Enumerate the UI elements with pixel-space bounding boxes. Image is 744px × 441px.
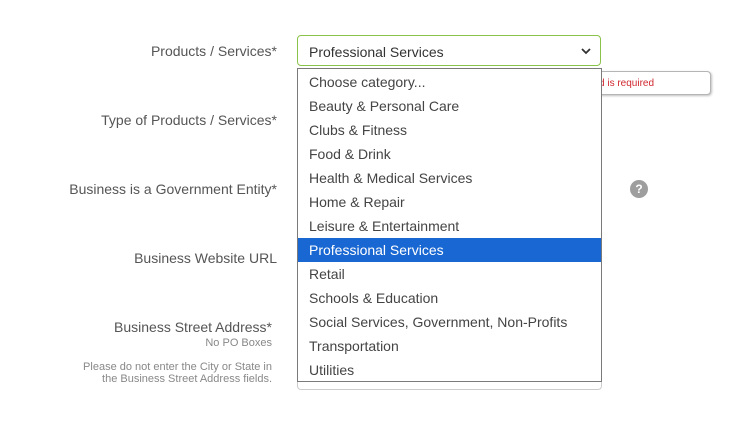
option-schools-education[interactable]: Schools & Education <box>298 286 601 310</box>
option-clubs-fitness[interactable]: Clubs & Fitness <box>298 118 601 142</box>
website-url-label: Business Website URL <box>134 250 277 266</box>
required-error-tooltip: ield is required <box>585 71 711 95</box>
street-address-label: Business Street Address* <box>114 319 272 335</box>
help-icon[interactable]: ? <box>630 180 648 198</box>
government-entity-label: Business is a Government Entity* <box>69 181 277 197</box>
address-note-line-2: the Business Street Address fields. <box>102 373 272 385</box>
chevron-down-icon <box>581 48 591 55</box>
option-health-medical[interactable]: Health & Medical Services <box>298 166 601 190</box>
address-note-line-1: Please do not enter the City or State in <box>83 361 272 373</box>
no-po-boxes-note: No PO Boxes <box>205 337 272 349</box>
option-leisure-entertainment[interactable]: Leisure & Entertainment <box>298 214 601 238</box>
option-utilities[interactable]: Utilities <box>298 358 601 382</box>
option-transportation[interactable]: Transportation <box>298 334 601 358</box>
products-services-select[interactable]: Professional Services <box>297 35 601 66</box>
option-retail[interactable]: Retail <box>298 262 601 286</box>
products-services-label: Products / Services* <box>150 43 277 59</box>
option-home-repair[interactable]: Home & Repair <box>298 190 601 214</box>
option-social-services[interactable]: Social Services, Government, Non-Profits <box>298 310 601 334</box>
type-products-services-label: Type of Products / Services* <box>101 112 277 128</box>
option-food-drink[interactable]: Food & Drink <box>298 142 601 166</box>
option-professional-services[interactable]: Professional Services <box>298 238 601 262</box>
option-choose-category[interactable]: Choose category... <box>298 70 601 94</box>
option-beauty-personal-care[interactable]: Beauty & Personal Care <box>298 94 601 118</box>
category-dropdown-list[interactable]: Choose category... Beauty & Personal Car… <box>297 68 602 382</box>
select-value: Professional Services <box>309 44 444 60</box>
